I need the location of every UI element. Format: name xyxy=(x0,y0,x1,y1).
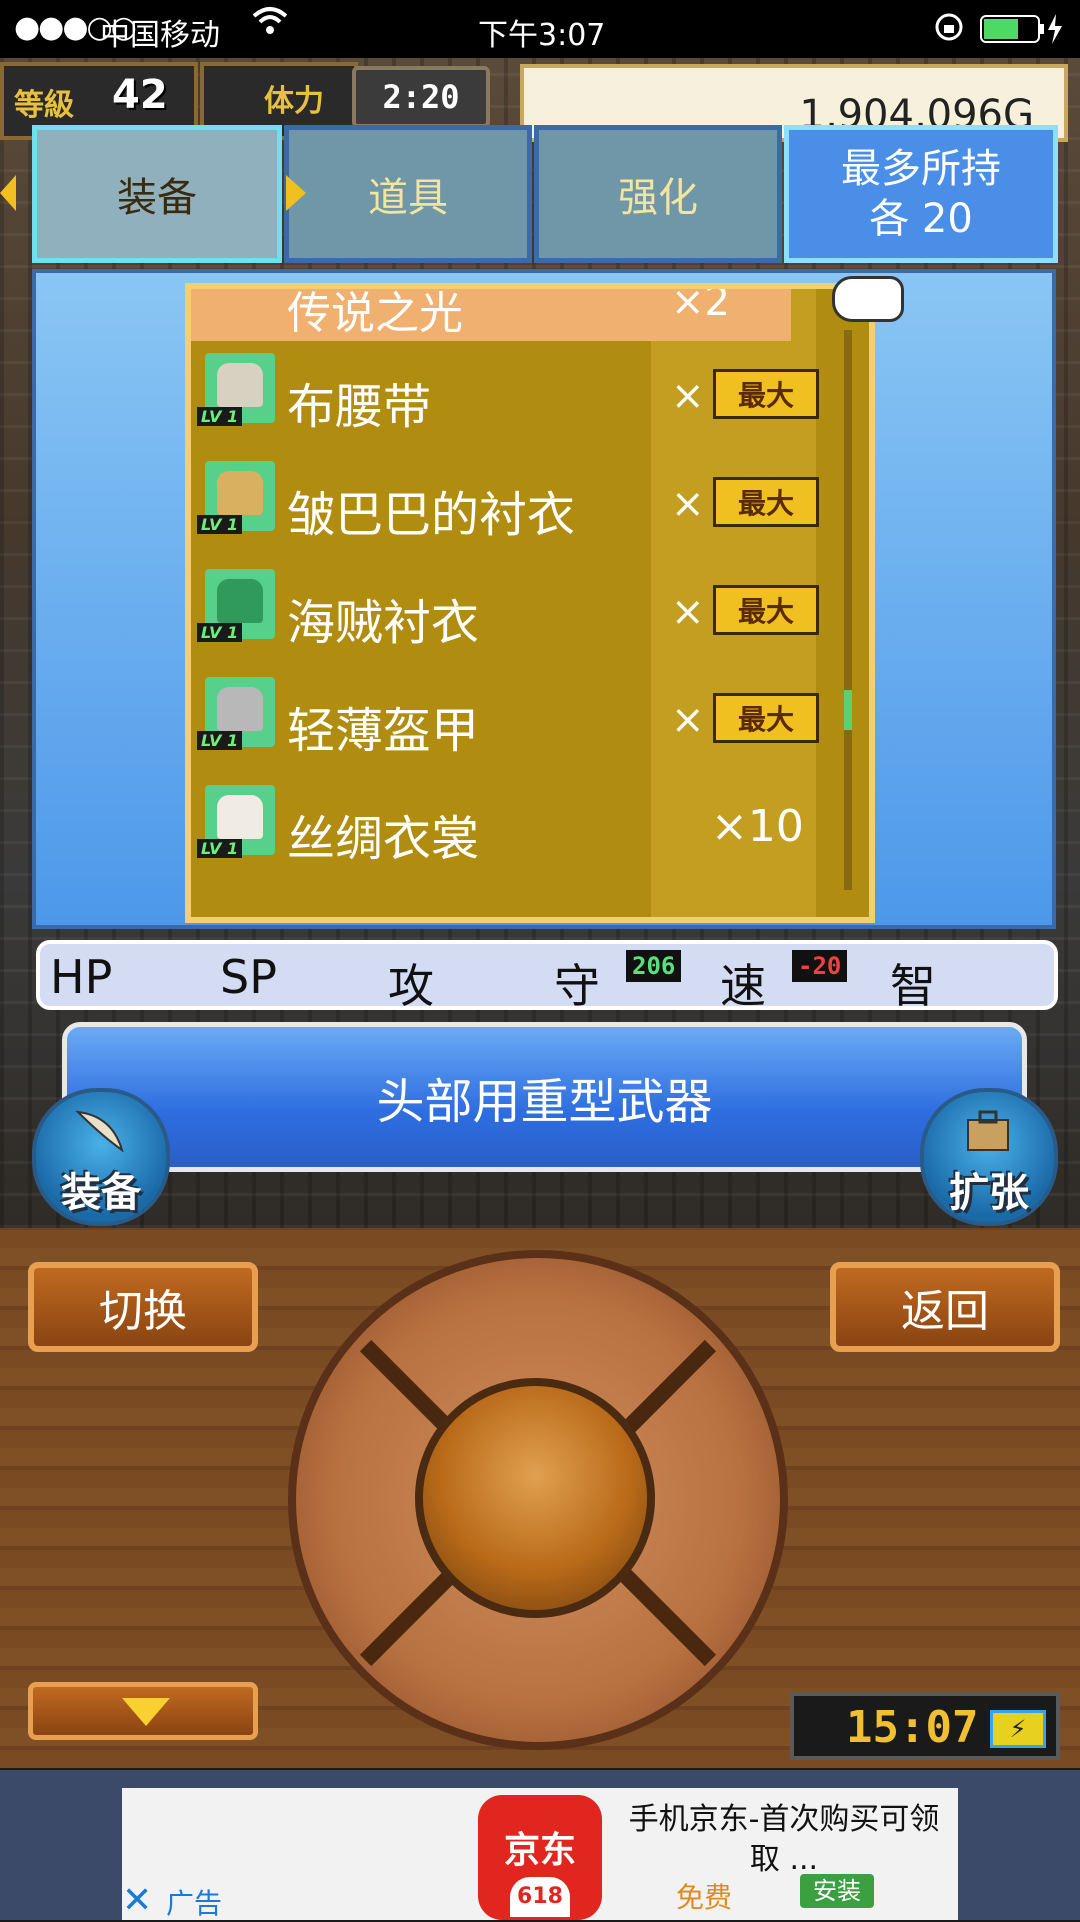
stat-attack: 攻 xyxy=(388,959,434,1013)
ad-logo-sub: 618 xyxy=(510,1877,570,1917)
speed-value: -20 xyxy=(792,950,848,982)
item-level: LV 1 xyxy=(197,839,243,858)
list-scrollbar[interactable] xyxy=(844,330,852,890)
item-times: × xyxy=(671,481,705,527)
stats-bar: HP SP 攻 守 206 速 -20 智 xyxy=(36,940,1058,1013)
confirm-center-button[interactable] xyxy=(415,1378,655,1618)
item-level: LV 1 xyxy=(197,407,243,426)
max-badge: 最大 xyxy=(713,693,819,743)
max-holding-info: 最多所持 各 20 xyxy=(784,125,1058,263)
stamina-timer: 2:20 xyxy=(352,66,490,128)
scrollbar-thumb[interactable] xyxy=(844,690,852,730)
item-name: 轻薄盔甲 xyxy=(287,703,480,759)
item-quantity: ×10 xyxy=(711,801,804,852)
inventory-list[interactable]: 传说之光 ×2 LV 1 布腰带 × 最大 LV 1 皱巴巴的衬衣 × 最大 L… xyxy=(185,283,875,923)
item-name: 布腰带 xyxy=(287,379,432,435)
ad-close-icon[interactable]: ✕ xyxy=(122,1882,158,1920)
max-holding-value: 各 20 xyxy=(869,196,973,242)
battery-charging-icon: ⚡ xyxy=(990,1710,1046,1748)
tab-items[interactable]: 道具 xyxy=(284,125,532,263)
item-level: LV 1 xyxy=(197,623,243,642)
switch-button[interactable]: 切换 xyxy=(28,1262,258,1352)
item-times: × xyxy=(671,589,705,635)
status-time: 下午3:07 xyxy=(478,18,606,53)
max-badge: 最大 xyxy=(713,369,819,419)
stat-intelligence: 智 xyxy=(890,959,936,1013)
list-item[interactable]: LV 1 轻薄盔甲 × 最大 xyxy=(191,663,831,771)
stat-defense: 守 xyxy=(554,959,600,1013)
list-item-partial[interactable]: 传说之光 ×2 xyxy=(191,289,791,341)
level-label: 等級 xyxy=(14,88,74,123)
equip-button[interactable]: 装备 xyxy=(32,1088,170,1226)
wifi-icon xyxy=(252,6,288,44)
ad-logo-text: 京东 xyxy=(503,1830,576,1871)
back-button[interactable]: 返回 xyxy=(830,1262,1060,1352)
item-times: × xyxy=(671,373,705,419)
bag-icon xyxy=(967,1110,1009,1151)
expand-button-label: 扩张 xyxy=(949,1170,1029,1216)
item-name: 传说之光 xyxy=(287,288,463,339)
max-badge: 最大 xyxy=(713,477,819,527)
max-holding-label: 最多所持 xyxy=(841,146,1001,192)
expand-button[interactable]: 扩张 xyxy=(920,1088,1058,1226)
hand-pointer-icon xyxy=(832,276,904,322)
down-arrow-icon xyxy=(122,1698,170,1726)
equip-button-label: 装备 xyxy=(61,1170,141,1216)
rotation-lock-icon xyxy=(934,12,964,50)
list-item[interactable]: LV 1 布腰带 × 最大 xyxy=(191,339,831,447)
battery-icon xyxy=(980,12,1066,54)
left-arrow-icon[interactable] xyxy=(0,175,16,211)
list-item[interactable]: LV 1 海贼衬衣 × 最大 xyxy=(191,555,831,663)
list-item[interactable]: LV 1 皱巴巴的衬衣 × 最大 xyxy=(191,447,831,555)
tab-equipment[interactable]: 装备 xyxy=(32,125,282,263)
stamina-label: 体力 xyxy=(264,84,324,119)
stat-speed: 速 xyxy=(720,959,766,1013)
status-bar: ●●●○○ 中国移动 下午3:07 xyxy=(0,0,1080,58)
item-level: LV 1 xyxy=(197,731,243,750)
ad-install-button[interactable]: 安装 xyxy=(800,1874,874,1908)
item-quantity: ×2 xyxy=(671,283,730,325)
tab-selected-arrow-icon xyxy=(286,175,306,211)
item-name: 皱巴巴的衬衣 xyxy=(287,487,576,543)
clock-time: 15:07 xyxy=(846,1702,979,1753)
stat-sp: SP xyxy=(220,950,277,1004)
item-name: 丝绸衣裳 xyxy=(287,811,480,867)
ad-title[interactable]: 手机京东-首次购买可领取 ... xyxy=(614,1800,954,1880)
tab-enhance[interactable]: 强化 xyxy=(534,125,782,263)
max-badge: 最大 xyxy=(713,585,819,635)
level-value: 42 xyxy=(112,72,168,118)
stat-hp: HP xyxy=(50,950,113,1004)
ad-label: 广告 xyxy=(166,1887,223,1920)
list-item[interactable]: LV 1 丝绸衣裳 ×10 xyxy=(191,771,831,879)
item-times: × xyxy=(671,697,705,743)
ad-price: 免费 xyxy=(676,1881,733,1914)
carrier-name: 中国移动 xyxy=(100,18,220,53)
item-name: 海贼衬衣 xyxy=(287,595,480,651)
sword-icon xyxy=(75,1110,124,1153)
item-description: 头部用重型武器 xyxy=(62,1022,1027,1172)
defense-value: 206 xyxy=(626,950,682,982)
jd-logo[interactable]: 京东 618 xyxy=(478,1795,602,1920)
game-clock: 15:07 ⚡ xyxy=(790,1692,1060,1760)
item-level: LV 1 xyxy=(197,515,243,534)
